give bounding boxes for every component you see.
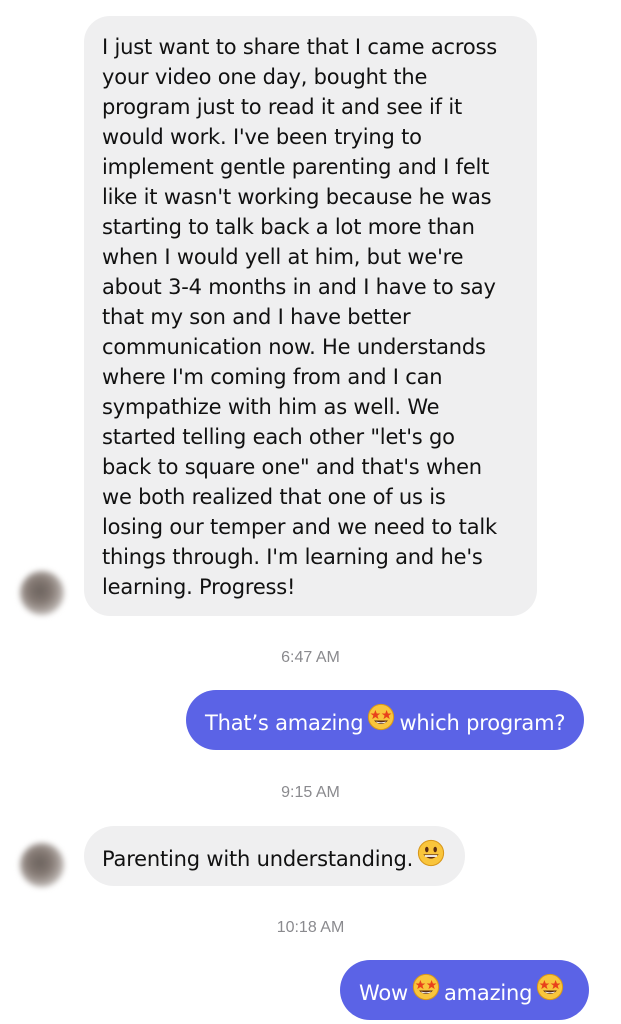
grinning-face-emoji-icon: [417, 839, 445, 875]
incoming-message-bubble[interactable]: Parenting with understanding.: [84, 826, 466, 886]
message-timestamp: 10:18 AM: [276, 919, 345, 936]
message-text: Wow: [359, 981, 408, 1005]
message-text: Parenting with understanding.: [102, 847, 414, 871]
star-struck-emoji-icon: [536, 973, 564, 1009]
message-timestamp: 6:47 AM: [281, 649, 340, 666]
contact-avatar[interactable]: [20, 843, 64, 887]
message-text: amazing: [443, 981, 533, 1005]
conversation-thread: I just want to share that I came across …: [0, 0, 621, 1024]
outgoing-message-bubble[interactable]: That’s amazing which program?: [186, 690, 585, 750]
star-struck-emoji-icon: [412, 973, 440, 1009]
incoming-message-bubble[interactable]: I just want to share that I came across …: [84, 16, 537, 616]
contact-avatar[interactable]: [20, 571, 64, 615]
message-text: which program?: [399, 711, 566, 735]
outgoing-message-bubble[interactable]: Wow amazing: [340, 960, 590, 1020]
message-text: That’s amazing: [205, 711, 364, 735]
star-struck-emoji-icon: [367, 703, 395, 739]
message-timestamp: 9:15 AM: [281, 784, 340, 801]
message-text: I just want to share that I came across …: [102, 35, 497, 599]
